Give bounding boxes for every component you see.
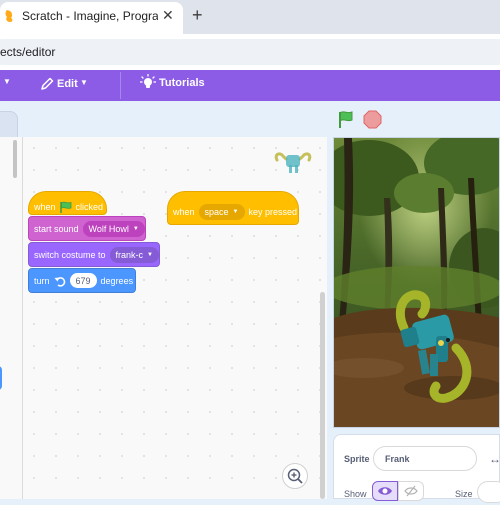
key-dropdown-value: space: [204, 207, 229, 217]
costume-dropdown-value: frank-c: [115, 249, 144, 260]
key-dropdown[interactable]: space ▼: [198, 204, 245, 220]
block-palette: [0, 137, 23, 499]
clicked-text: clicked: [75, 202, 104, 212]
edit-caret-icon[interactable]: ▼: [80, 78, 88, 87]
sound-dropdown[interactable]: Wolf Howl ▼: [82, 220, 145, 237]
x-position-arrow-icon: ↔: [489, 452, 500, 466]
sound-dropdown-value: Wolf Howl: [88, 223, 129, 234]
chevron-down-icon: ▼: [147, 251, 153, 258]
chevron-down-icon: ▼: [232, 209, 239, 215]
size-label: Size: [455, 489, 473, 499]
show-visible-button[interactable]: [372, 481, 398, 501]
show-hidden-button[interactable]: [398, 481, 424, 501]
workspace-scrollbar[interactable]: [320, 292, 325, 499]
when-text: when: [34, 202, 56, 212]
sprite-label: Sprite: [344, 454, 370, 464]
forest-backdrop: [334, 138, 499, 427]
menu-divider: [120, 72, 121, 99]
key-pressed-text: key pressed: [248, 207, 298, 217]
address-text[interactable]: ects/editor: [0, 45, 55, 59]
tutorials-menu[interactable]: Tutorials: [159, 77, 205, 89]
size-input[interactable]: [477, 481, 500, 503]
tab-close-button[interactable]: ✕: [162, 7, 174, 24]
start-sound-text: start sound: [34, 223, 79, 234]
stop-icon[interactable]: [363, 110, 382, 129]
stage-canvas[interactable]: [333, 137, 500, 428]
when-key-pressed-block[interactable]: when space ▼ key pressed: [167, 191, 299, 225]
eye-slash-icon: [404, 485, 418, 497]
pencil-icon[interactable]: [40, 77, 54, 91]
rotate-left-icon: [54, 276, 65, 287]
code-tab[interactable]: [0, 111, 18, 139]
palette-selected-block[interactable]: [0, 366, 2, 390]
switch-costume-block[interactable]: switch costume to frank-c ▼: [28, 242, 160, 267]
green-flag-icon[interactable]: [335, 109, 357, 131]
green-flag-icon: [59, 201, 71, 213]
eye-icon: [378, 487, 392, 495]
new-tab-button[interactable]: +: [192, 5, 203, 26]
sprite-thumbnail-icon: [274, 152, 312, 173]
sprite-name-input[interactable]: [373, 446, 477, 471]
degrees-input[interactable]: 679: [69, 273, 97, 288]
start-sound-block[interactable]: start sound Wolf Howl ▼: [28, 216, 146, 241]
costume-dropdown[interactable]: frank-c ▼: [109, 246, 159, 263]
zoom-in-button[interactable]: [282, 463, 308, 489]
zoom-in-icon: [287, 468, 303, 484]
turn-degrees-block[interactable]: turn 679 degrees: [28, 268, 136, 293]
tab-title: Scratch - Imagine, Program, Sh: [22, 9, 158, 23]
scratch-favicon-icon: [5, 10, 13, 22]
lightbulb-icon[interactable]: [140, 74, 156, 90]
file-menu-caret-icon[interactable]: ▼: [3, 77, 11, 86]
address-field[interactable]: [0, 39, 500, 65]
palette-scrollbar[interactable]: [13, 140, 17, 178]
edit-menu[interactable]: Edit: [57, 78, 78, 90]
chevron-down-icon: ▼: [132, 225, 139, 232]
turn-text: turn: [34, 275, 50, 286]
show-label: Show: [344, 489, 367, 499]
when-text: when: [173, 207, 195, 217]
degrees-text: degrees: [100, 275, 134, 286]
switch-costume-text: switch costume to: [34, 249, 106, 260]
when-flag-clicked-block[interactable]: when clicked: [28, 191, 107, 215]
